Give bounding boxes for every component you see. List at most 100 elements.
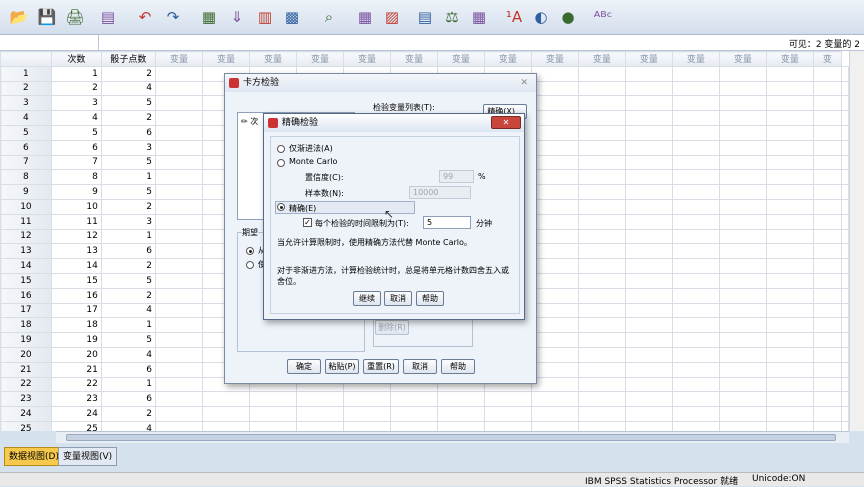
empty-cell[interactable] — [530, 287, 579, 304]
data-cell[interactable]: 25 — [50, 420, 102, 431]
data-cell[interactable]: 1 — [100, 376, 157, 393]
data-cell[interactable]: 5 — [100, 184, 157, 200]
empty-cell[interactable] — [483, 420, 532, 431]
empty-cell[interactable] — [671, 213, 720, 230]
data-cell[interactable]: 2 — [100, 110, 157, 126]
empty-cell[interactable] — [530, 95, 579, 112]
data-cell[interactable]: 6 — [50, 139, 102, 156]
empty-cell[interactable] — [812, 346, 843, 363]
data-cell[interactable]: 21 — [50, 361, 102, 378]
data-cell[interactable]: 14 — [50, 258, 102, 274]
empty-cell[interactable] — [155, 110, 204, 126]
empty-cell[interactable] — [577, 169, 626, 186]
empty-cell[interactable] — [671, 184, 720, 200]
empty-cell[interactable] — [718, 228, 767, 245]
empty-cell[interactable] — [577, 95, 626, 112]
empty-cell[interactable] — [577, 272, 626, 289]
empty-cell[interactable] — [671, 272, 720, 289]
row-header[interactable]: 2 — [0, 80, 52, 97]
empty-cell[interactable] — [155, 139, 204, 156]
empty-cell[interactable] — [155, 332, 204, 348]
empty-cell[interactable] — [577, 406, 626, 422]
chi-square-dialog-titlebar[interactable]: 卡方检验 ✕ — [225, 74, 536, 92]
data-cell[interactable]: 4 — [100, 80, 157, 97]
empty-cell[interactable] — [624, 198, 673, 215]
row-header[interactable]: 8 — [0, 169, 52, 186]
empty-cell[interactable] — [841, 184, 849, 200]
empty-cell[interactable] — [155, 287, 204, 304]
empty-cell[interactable] — [155, 258, 204, 274]
show-all-variables-icon[interactable]: ● — [557, 6, 579, 28]
empty-cell[interactable] — [671, 65, 720, 82]
help-button[interactable]: 帮助 — [441, 359, 475, 374]
empty-cell[interactable] — [155, 346, 204, 363]
empty-cell[interactable] — [765, 65, 814, 82]
empty-cell[interactable] — [671, 139, 720, 156]
data-cell[interactable]: 3 — [100, 139, 157, 156]
empty-cell[interactable] — [841, 198, 849, 215]
find-icon[interactable]: ⌕ — [318, 6, 340, 28]
empty-cell[interactable] — [577, 228, 626, 245]
empty-cell[interactable] — [718, 258, 767, 274]
empty-cell[interactable] — [812, 287, 843, 304]
empty-cell[interactable] — [671, 198, 720, 215]
empty-cell[interactable] — [718, 287, 767, 304]
empty-cell[interactable] — [671, 154, 720, 171]
empty-cell[interactable] — [841, 272, 849, 289]
empty-cell[interactable] — [577, 287, 626, 304]
tab-data-view[interactable]: 数据视图(D) — [4, 447, 64, 466]
data-cell[interactable]: 6 — [100, 243, 157, 260]
empty-cell[interactable] — [389, 406, 438, 422]
empty-cell[interactable] — [765, 110, 814, 126]
empty-cell[interactable] — [624, 228, 673, 245]
vertical-scrollbar[interactable] — [849, 51, 864, 431]
empty-cell[interactable] — [577, 184, 626, 200]
row-header[interactable]: 4 — [0, 110, 52, 126]
data-cell[interactable]: 15 — [50, 272, 102, 289]
exact-tests-dialog-titlebar[interactable]: 精确检验 ✕ — [264, 114, 524, 132]
empty-cell[interactable] — [812, 258, 843, 274]
empty-cell[interactable] — [765, 243, 814, 260]
column-header[interactable]: 变量 — [483, 51, 532, 67]
data-cell[interactable]: 16 — [50, 287, 102, 304]
monte-carlo-radio[interactable] — [277, 159, 285, 167]
select-cases-icon[interactable]: ▦ — [468, 6, 490, 28]
empty-cell[interactable] — [718, 406, 767, 422]
empty-cell[interactable] — [530, 169, 579, 186]
empty-cell[interactable] — [155, 376, 204, 393]
empty-cell[interactable] — [155, 169, 204, 186]
row-header[interactable]: 21 — [0, 361, 52, 378]
data-cell[interactable]: 9 — [50, 184, 102, 200]
empty-cell[interactable] — [812, 110, 843, 126]
row-header[interactable]: 23 — [0, 391, 52, 408]
data-cell[interactable]: 19 — [50, 332, 102, 348]
empty-cell[interactable] — [765, 302, 814, 319]
spell-check-icon[interactable]: ᴬᴮᶜ — [592, 6, 614, 28]
empty-cell[interactable] — [342, 391, 391, 408]
empty-cell[interactable] — [530, 258, 579, 274]
empty-cell[interactable] — [249, 420, 297, 431]
empty-cell[interactable] — [671, 258, 720, 274]
empty-cell[interactable] — [671, 420, 720, 431]
empty-cell[interactable] — [530, 272, 579, 289]
empty-cell[interactable] — [624, 361, 673, 378]
empty-cell[interactable] — [841, 361, 849, 378]
values-radio[interactable] — [246, 261, 254, 269]
empty-cell[interactable] — [530, 420, 579, 431]
column-header[interactable]: 变量 — [249, 51, 297, 67]
empty-cell[interactable] — [577, 420, 626, 431]
column-header[interactable]: 变量 — [577, 51, 626, 67]
empty-cell[interactable] — [295, 406, 344, 422]
source-variable-item[interactable]: ✏ 次 — [241, 116, 258, 127]
row-header[interactable]: 14 — [0, 258, 52, 274]
empty-cell[interactable] — [577, 332, 626, 348]
empty-cell[interactable] — [530, 124, 579, 141]
empty-cell[interactable] — [671, 361, 720, 378]
empty-cell[interactable] — [624, 302, 673, 319]
empty-cell[interactable] — [718, 346, 767, 363]
empty-cell[interactable] — [718, 243, 767, 260]
row-header[interactable]: 6 — [0, 139, 52, 156]
data-cell[interactable]: 2 — [100, 258, 157, 274]
empty-cell[interactable] — [577, 139, 626, 156]
empty-cell[interactable] — [718, 139, 767, 156]
